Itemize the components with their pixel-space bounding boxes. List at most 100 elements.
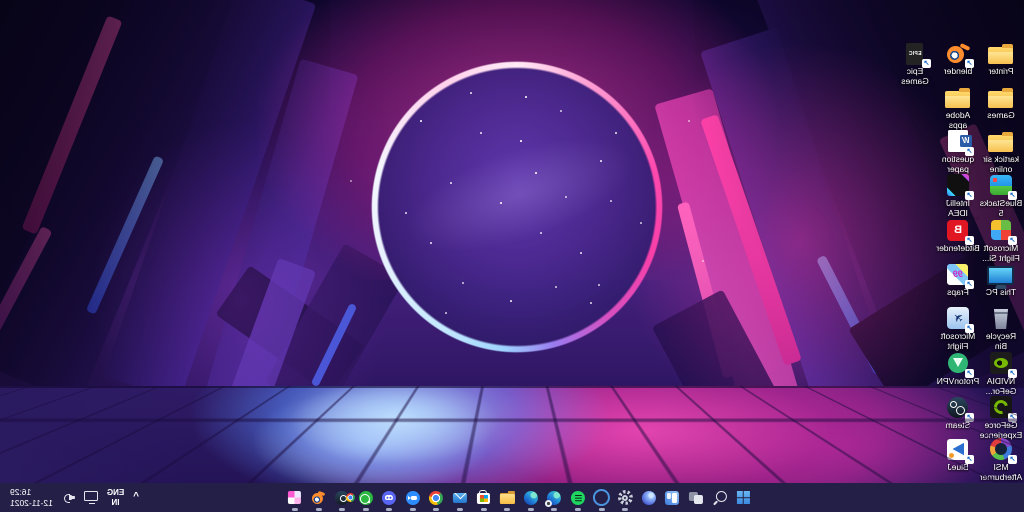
file-explorer-button[interactable]	[495, 483, 519, 512]
shortcut-arrow-icon: ↗	[965, 59, 974, 68]
desktop-icon-recycle-bin[interactable]: Recycle Bin	[979, 305, 1023, 351]
search-icon	[716, 491, 727, 502]
microsoft-store-button[interactable]	[472, 483, 496, 512]
desktop-icon-microsoft-flight-si[interactable]: ↗ Microsoft Flight Si...	[979, 217, 1023, 263]
search-button[interactable]	[708, 483, 732, 512]
folder-icon	[989, 47, 1014, 64]
edge-icon	[524, 491, 538, 505]
shortcut-arrow-icon: ↗	[1008, 191, 1017, 200]
shortcut-arrow-icon: ↗	[965, 236, 974, 245]
steam-icon	[335, 491, 349, 505]
settings-button[interactable]	[613, 483, 637, 512]
mail-icon	[453, 493, 467, 503]
shortcut-arrow-icon: ↗	[1008, 369, 1017, 378]
folder-icon	[989, 91, 1014, 108]
whatsapp-icon	[359, 491, 373, 505]
fraps-button[interactable]	[283, 483, 307, 512]
shortcut-arrow-icon: ↗	[1008, 236, 1017, 245]
desktop-icon-microsoft-flight-simu[interactable]: ↗ Microsoft Flight Simu...	[936, 305, 980, 352]
mail-button[interactable]	[448, 483, 472, 512]
spotify-button[interactable]	[566, 483, 590, 512]
desktop-icon-protonvpn[interactable]: ↗ ProtonVPN	[936, 350, 980, 387]
recycle-bin-icon	[993, 309, 1009, 329]
clock[interactable]: 16:29 12-11-2021	[10, 487, 53, 508]
word-w-badge: W	[960, 135, 972, 147]
desktop-icon-bitdefender[interactable]: B↗ Bitdefender	[936, 217, 980, 254]
desktop-icon-intellij-idea[interactable]: ↗ IntelliJ IDEA Communi...	[936, 172, 980, 219]
cortana-icon	[642, 491, 656, 505]
desktop-icon-label: blender	[944, 67, 972, 77]
this-pc-icon	[988, 266, 1015, 285]
desktop-icon-label: Microsoft Flight Simu...	[936, 332, 980, 352]
network-icon[interactable]	[84, 491, 98, 501]
system-tray: ^ ENG IN 16:29 12-11-2021	[0, 483, 139, 512]
desktop-icon-kartick-sir-online-class[interactable]: kartick sir online class	[979, 128, 1023, 175]
shortcut-arrow-icon: ↗	[965, 324, 974, 333]
folder-icon	[989, 135, 1014, 152]
ring-app-button[interactable]	[590, 483, 614, 512]
bitdefender-b: B	[954, 224, 962, 236]
desktop-screen: Printer Games kartick sir online class ↗…	[0, 0, 1024, 512]
widgets-icon	[665, 491, 679, 505]
shortcut-arrow-icon: ↗	[922, 59, 931, 68]
tray-date: 12-11-2021	[10, 498, 53, 509]
start-button[interactable]	[731, 483, 755, 512]
edge-button[interactable]	[519, 483, 543, 512]
desktop-icon-label: BlueStacks 5	[979, 199, 1023, 218]
desktop-icon-label: Bitdefender	[936, 244, 979, 254]
volume-icon[interactable]	[62, 493, 75, 503]
folder-icon	[946, 91, 971, 108]
blue-ring-icon	[593, 489, 610, 506]
shortcut-arrow-icon: ↗	[965, 191, 974, 200]
desktop-icon-label: Printer	[988, 67, 1013, 77]
epic-logo-text: EPIC	[909, 51, 922, 57]
desktop-icon-label: Recycle Bin	[979, 332, 1023, 351]
desktop-icon-label: Epic Games Launcher	[893, 67, 937, 87]
desktop-icon-blender[interactable]: ↗ blender	[936, 40, 980, 77]
widgets-button[interactable]	[661, 483, 685, 512]
language-indicator[interactable]: ENG IN	[107, 488, 124, 507]
desktop-icon-epic-games-launcher[interactable]: EPIC↗ Epic Games Launcher	[893, 40, 937, 87]
chrome-icon	[429, 491, 443, 505]
desktop-icon-fraps[interactable]: 99↗ Fraps	[936, 261, 980, 298]
desktop-icon-label: IntelliJ IDEA Communi...	[936, 199, 980, 219]
desktop-icon-label: Games	[987, 111, 1014, 121]
file-explorer-icon	[500, 493, 515, 504]
desktop-icon-this-pc[interactable]: This PC	[979, 261, 1023, 298]
desktop-icon-adobe-apps[interactable]: Adobe apps	[936, 84, 980, 130]
desktop-icon-bluestacks-5[interactable]: ↗ BlueStacks 5	[979, 172, 1023, 218]
zoom-icon	[406, 491, 420, 505]
blender-button[interactable]	[307, 483, 331, 512]
blender-icon	[312, 491, 325, 504]
desktop-icon-question-paper[interactable]: W↗ question paper debe...	[936, 128, 980, 175]
taskbar-app-group	[283, 483, 755, 512]
edge-profile-icon	[547, 491, 561, 505]
steam-button[interactable]	[330, 483, 354, 512]
epic-games-icon: EPIC	[907, 43, 924, 65]
chrome-button[interactable]	[425, 483, 449, 512]
desktop-icon-games[interactable]: Games	[979, 84, 1023, 121]
fraps-99: 99	[953, 269, 963, 279]
edge-profile-button[interactable]	[543, 483, 567, 512]
cortana-button[interactable]	[637, 483, 661, 512]
discord-icon	[382, 491, 396, 505]
shortcut-arrow-icon: ↗	[965, 147, 974, 156]
tray-chevron[interactable]: ^	[133, 491, 139, 502]
language-line2: IN	[112, 498, 120, 508]
whatsapp-button[interactable]	[354, 483, 378, 512]
language-line1: ENG	[107, 488, 124, 498]
spotify-icon	[571, 491, 585, 505]
taskbar: ^ ENG IN 16:29 12-11-2021	[0, 483, 1024, 512]
desktop-icon-printer[interactable]: Printer	[979, 40, 1023, 77]
fraps-icon	[288, 491, 301, 504]
gear-icon	[618, 490, 633, 505]
discord-button[interactable]	[377, 483, 401, 512]
desktop-icon-label: Fraps	[947, 288, 969, 298]
zoom-button[interactable]	[401, 483, 425, 512]
desktop-icon-label: This PC	[986, 288, 1016, 298]
windows-start-icon	[737, 491, 750, 504]
task-view-button[interactable]	[684, 483, 708, 512]
reflective-floor	[0, 386, 1024, 483]
task-view-icon	[689, 492, 703, 504]
tray-time: 16:29	[10, 487, 31, 498]
